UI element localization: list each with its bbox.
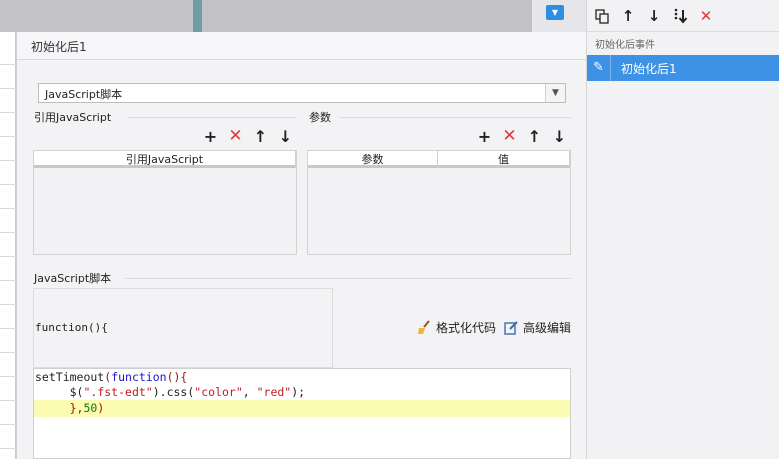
broom-icon: [417, 320, 432, 335]
grid-row: [0, 208, 16, 209]
grid-row: [0, 328, 16, 329]
ref-js-table: 引用JavaScript: [33, 150, 297, 255]
advanced-edit-button[interactable]: 高级编辑: [504, 319, 571, 336]
chevron-down-icon[interactable]: ▼: [545, 84, 565, 102]
function-header-text: function(){: [35, 321, 108, 334]
grid-row: [0, 304, 16, 305]
delete-icon[interactable]: ✕: [497, 126, 522, 146]
grid-row: [0, 424, 16, 425]
format-code-button[interactable]: 格式化代码: [417, 319, 496, 336]
ref-js-toolbar: + ✕ ↑ ↓: [198, 126, 298, 146]
table-header: 参数 值: [308, 151, 570, 168]
edit-icon: [504, 320, 519, 335]
grid-row: [0, 136, 16, 137]
column-header-value: 值: [438, 151, 570, 168]
section-divider: [127, 117, 297, 118]
section-divider: [125, 278, 571, 279]
background-divider: [193, 0, 202, 32]
param-table: 参数 值: [307, 150, 571, 255]
code-editor[interactable]: setTimeout(function(){ $(".fst-edt").css…: [33, 368, 571, 459]
js-script-section-title: JavaScript脚本: [34, 272, 112, 285]
arrow-down-icon[interactable]: ↓: [547, 126, 572, 146]
move-to-bottom-icon[interactable]: [667, 5, 693, 27]
arrow-down-icon[interactable]: ↓: [273, 126, 298, 146]
events-header-label: 初始化后事件: [595, 40, 655, 51]
arrow-down-icon[interactable]: ↓: [641, 5, 667, 27]
events-panel: ↑ ↓ ✕ 初始化后事件 ✎ 初始化后1: [586, 0, 779, 459]
events-header: 初始化后事件: [587, 31, 779, 53]
ref-js-section-title: 引用JavaScript: [34, 111, 112, 124]
event-item-label: 初始化后1: [621, 62, 677, 76]
events-toolbar: ↑ ↓ ✕: [589, 5, 719, 27]
delete-icon[interactable]: ✕: [693, 5, 719, 27]
grid-row: [0, 352, 16, 353]
function-header-box: function(){: [33, 288, 333, 368]
advanced-edit-label: 高级编辑: [523, 321, 572, 335]
grid-row: [0, 112, 16, 113]
grid-row: [0, 88, 16, 89]
plus-icon[interactable]: +: [472, 126, 497, 146]
grid-row: [0, 256, 16, 257]
copy-icon[interactable]: [589, 5, 615, 27]
grid-row: [0, 64, 16, 65]
script-type-select[interactable]: JavaScript脚本 ▼: [38, 83, 566, 103]
arrow-up-icon[interactable]: ↑: [615, 5, 641, 27]
dialog-title: 初始化后1: [31, 40, 87, 54]
dialog-title-bar: 初始化后1: [17, 32, 587, 60]
column-header-param: 参数: [308, 151, 438, 168]
param-toolbar: + ✕ ↑ ↓: [472, 126, 572, 146]
grid-row: [0, 160, 16, 161]
event-list-item[interactable]: ✎ 初始化后1: [587, 55, 779, 81]
table-header: 引用JavaScript: [34, 151, 296, 168]
background-grid: [0, 32, 16, 459]
delete-icon[interactable]: ✕: [223, 126, 248, 146]
grid-row: [0, 280, 16, 281]
grid-row: [0, 376, 16, 377]
code-line: $(".fst-edt").css("color", "red");: [69, 385, 306, 399]
background-panel: [202, 0, 532, 32]
background-panel: [0, 0, 193, 32]
plus-icon[interactable]: +: [198, 126, 223, 146]
script-type-value: JavaScript脚本: [45, 88, 123, 101]
grid-row: [0, 184, 16, 185]
format-code-label: 格式化代码: [436, 321, 497, 335]
grid-row: [0, 448, 16, 449]
section-divider: [339, 117, 571, 118]
param-section-title: 参数: [309, 111, 331, 124]
code-line-current: },50): [34, 400, 570, 417]
event-editor-dialog: 初始化后1 JavaScript脚本 ▼ 引用JavaScript + ✕ ↑ …: [16, 32, 587, 459]
column-header-ref-js: 引用JavaScript: [34, 151, 296, 168]
pencil-icon[interactable]: ✎: [587, 55, 611, 81]
arrow-up-icon[interactable]: ↑: [248, 126, 273, 146]
grid-row: [0, 232, 16, 233]
grid-row: [0, 400, 16, 401]
arrow-up-icon[interactable]: ↑: [522, 126, 547, 146]
dropdown-arrow-icon[interactable]: ▼: [546, 5, 564, 20]
